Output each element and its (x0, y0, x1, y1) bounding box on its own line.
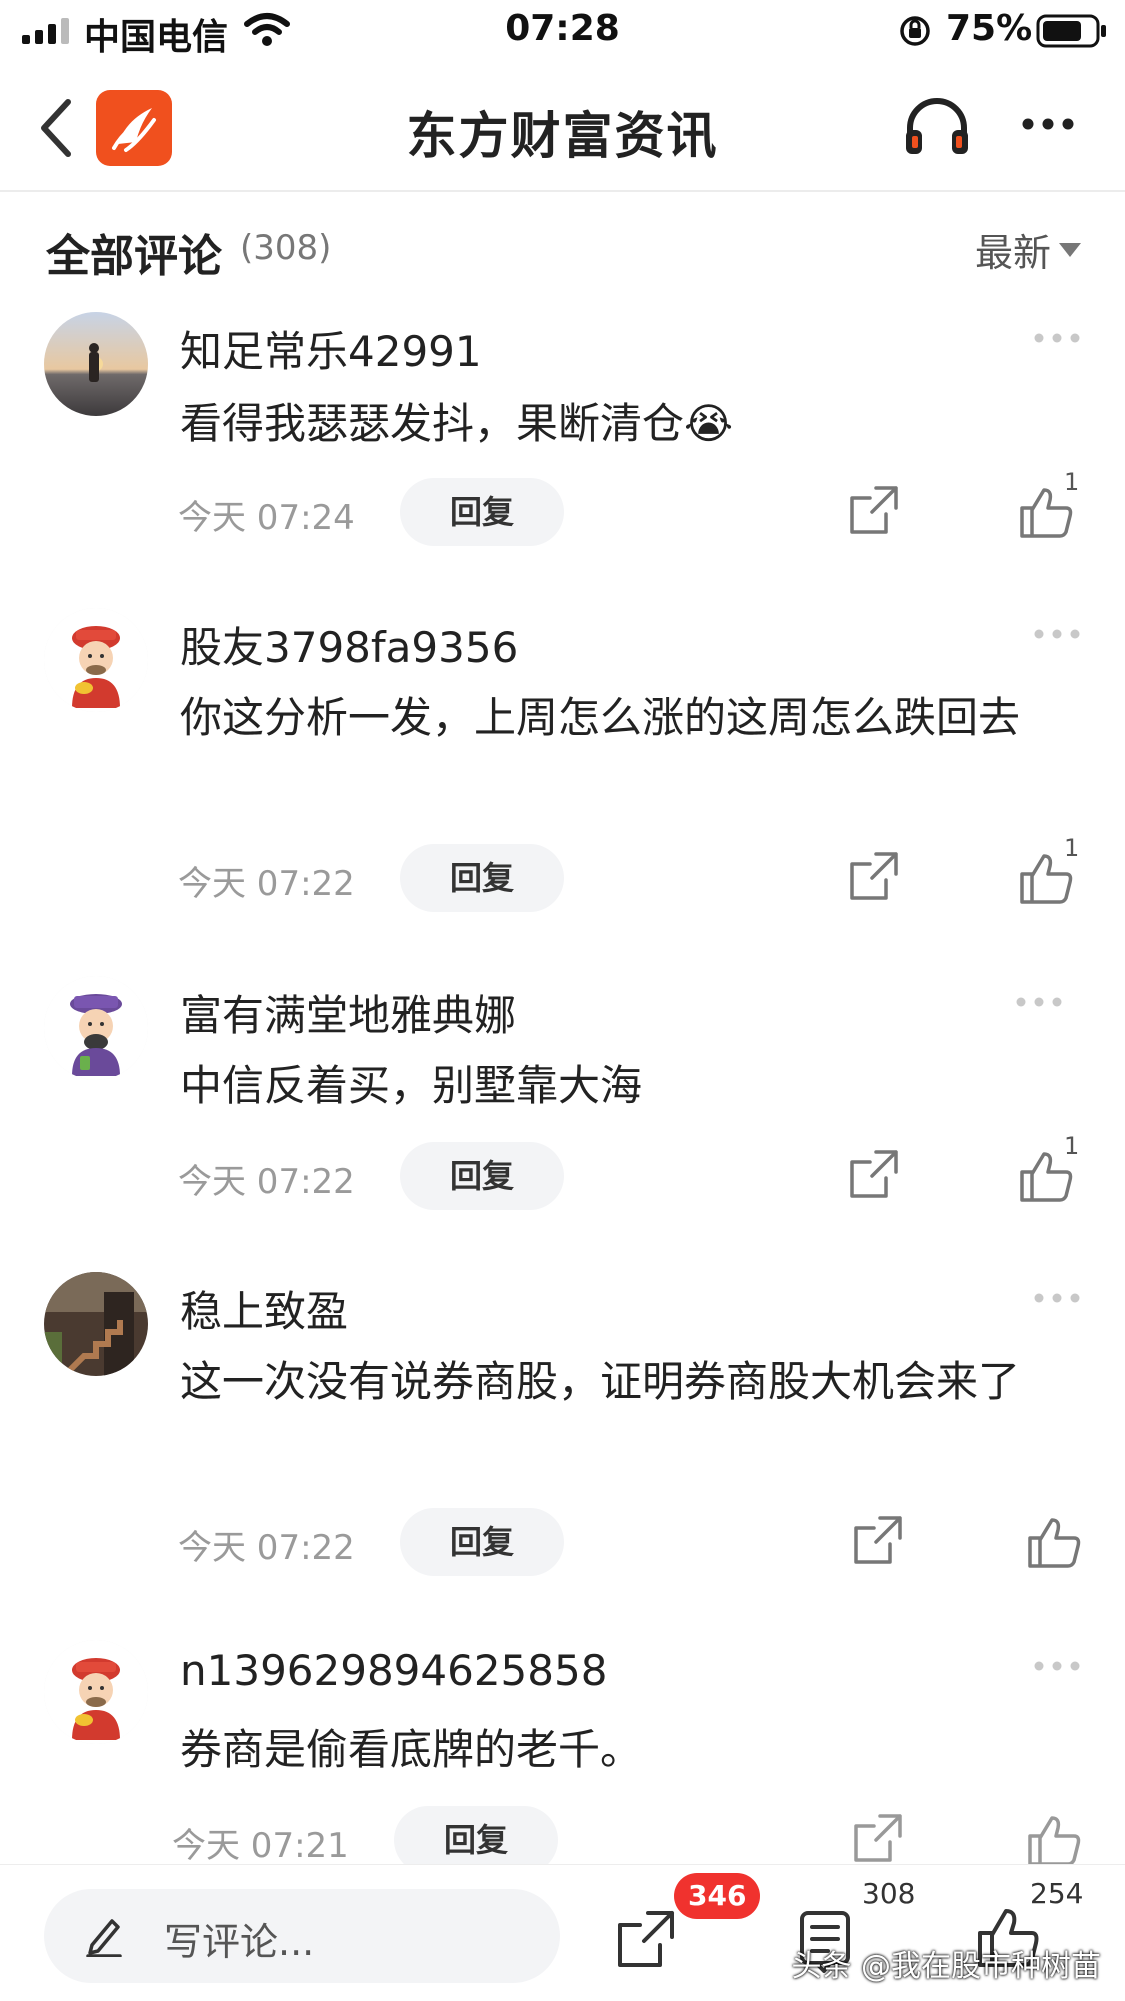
comment-input[interactable]: 写评论... (44, 1889, 560, 1983)
battery-icon (1036, 14, 1106, 48)
comment-text: 券商是偷看底牌的老千。 (180, 1725, 643, 1774)
share-icon[interactable] (852, 1514, 904, 1566)
username[interactable]: 知足常乐42991 (180, 318, 482, 379)
comments-header: 全部评论 (308) 最新 (0, 192, 1125, 304)
comment-more-icon[interactable] (1033, 330, 1081, 346)
share-icon[interactable] (848, 850, 900, 902)
username[interactable]: 股友3798fa9356 (180, 614, 518, 675)
headphones-icon[interactable] (902, 94, 972, 158)
navigation-bar: 东方财富资讯 (0, 62, 1125, 192)
comment-text: 中信反着买，别墅靠大海 (180, 1061, 643, 1110)
avatar-sunset-photo (44, 312, 148, 416)
share-icon[interactable] (848, 484, 900, 536)
thumbs-up-icon[interactable] (1026, 1812, 1082, 1864)
comment-input-placeholder: 写评论... (164, 1920, 315, 1964)
reply-button[interactable]: 回复 (400, 478, 564, 546)
comment-more-icon[interactable] (1033, 626, 1081, 642)
battery-percentage: 75% (946, 8, 1033, 49)
reply-button[interactable]: 回复 (394, 1806, 558, 1864)
comment-more-icon[interactable] (1033, 1658, 1081, 1674)
share-icon[interactable] (852, 1812, 904, 1864)
comment-item: 富有满堂地雅典娜 中信反着买，别墅靠大海 今天 07:22 回复 1 (0, 968, 1125, 1264)
like-count: 1 (1064, 1132, 1080, 1160)
reply-button[interactable]: 回复 (400, 1508, 564, 1576)
avatar[interactable] (44, 1640, 148, 1744)
avatar[interactable] (44, 976, 148, 1080)
comment-time: 今天 07:22 (178, 1528, 355, 1568)
avatar-staircase-photo (44, 1272, 148, 1376)
comments-title: 全部评论 (46, 231, 222, 282)
watermark-text: 头条 @我在股市种树苗 (791, 1949, 1101, 1984)
pencil-icon (86, 1919, 122, 1957)
comment-item: n139629894625858 券商是偷看底牌的老千。 今天 07:21 回复 (0, 1632, 1125, 1864)
avatar[interactable] (44, 608, 148, 712)
sort-label: 最新 (974, 231, 1051, 275)
like-count: 1 (1064, 468, 1080, 496)
comment-time: 今天 07:22 (178, 1162, 355, 1202)
comment-more-icon[interactable] (1033, 1290, 1081, 1306)
comment-item: 知足常乐42991 看得我瑟瑟发抖，果断清仓😭 今天 07:24 回复 1 (0, 304, 1125, 600)
comment-time: 今天 07:24 (178, 498, 355, 538)
reply-button[interactable]: 回复 (400, 844, 564, 912)
dropdown-triangle-icon (1059, 242, 1081, 257)
comment-item: 稳上致盈 这一次没有说券商股，证明券商股大机会来了 今天 07:22 回复 (0, 1264, 1125, 1632)
comment-text: 你这分析一发，上周怎么涨的这周怎么跌回去 (180, 693, 1021, 742)
orientation-lock-icon (900, 16, 930, 46)
thumbs-up-icon[interactable] (1026, 1514, 1082, 1570)
comment-time: 今天 07:21 (172, 1826, 349, 1864)
comment-text: 这一次没有说券商股，证明券商股大机会来了 (180, 1357, 1021, 1406)
avatar[interactable] (44, 1272, 148, 1376)
status-bar: 中国电信 07:28 75% (0, 0, 1125, 62)
comment-text: 看得我瑟瑟发抖，果断清仓😭 (180, 399, 734, 448)
like-count: 254 (1030, 1877, 1084, 1910)
comments-count: (308) (240, 228, 332, 268)
share-icon[interactable] (848, 1148, 900, 1200)
sort-dropdown[interactable]: 最新 (975, 222, 1081, 277)
comment-count: 308 (862, 1877, 916, 1910)
share-count-badge: 346 (674, 1873, 761, 1919)
avatar-god-of-wealth-cartoon (44, 1640, 148, 1744)
reply-button[interactable]: 回复 (400, 1142, 564, 1210)
comment-more-icon[interactable] (1015, 994, 1063, 1010)
share-icon[interactable] (616, 1909, 676, 1969)
avatar-god-of-wealth-purple-cartoon (44, 976, 148, 1080)
avatar[interactable] (44, 312, 148, 416)
comment-item: 股友3798fa9356 你这分析一发，上周怎么涨的这周怎么跌回去 今天 07:… (0, 600, 1125, 968)
like-count: 1 (1064, 834, 1080, 862)
avatar-god-of-wealth-cartoon (44, 608, 148, 712)
username[interactable]: 稳上致盈 (180, 1278, 348, 1339)
username[interactable]: 富有满堂地雅典娜 (180, 982, 516, 1043)
bottom-action-bar: 写评论... 346 308 254 头条 @我在股市种树苗 (0, 1864, 1125, 2001)
username[interactable]: n139629894625858 (180, 1646, 607, 1695)
more-options-icon[interactable] (1020, 112, 1076, 136)
comment-time: 今天 07:22 (178, 864, 355, 904)
